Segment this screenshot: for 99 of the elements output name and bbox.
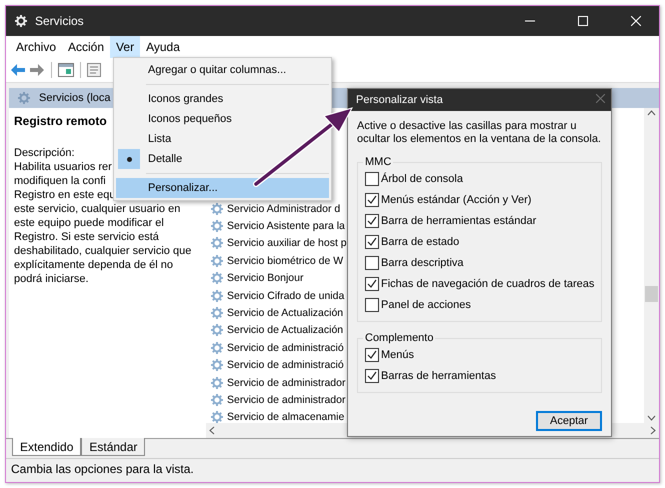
description-line: Registro. Si este servicio está bbox=[14, 230, 159, 244]
service-name-text: Servicio Asistente para la bbox=[227, 220, 345, 232]
service-name-text: Servicio de administrador bbox=[227, 394, 346, 406]
service-gear-icon bbox=[210, 236, 224, 250]
dialog-instructions: Active o desactive las casillas para mostrar u ocultar los elementos en la ventana de la consola. bbox=[357, 120, 602, 146]
checkbox-option[interactable]: Panel de acciones bbox=[365, 294, 595, 315]
service-row[interactable]: Servicio Asistente para la bbox=[206, 217, 345, 235]
description-line: podrá iniciarse. bbox=[14, 272, 89, 286]
service-row[interactable]: Servicio de Actualización bbox=[206, 304, 344, 322]
description-line: este servicio, cualquier usuario en bbox=[14, 202, 180, 216]
vertical-scrollbar[interactable] bbox=[644, 108, 659, 423]
checkbox[interactable] bbox=[365, 298, 379, 312]
service-name-text: Servicio biométrico de W bbox=[227, 254, 344, 267]
service-gear-icon bbox=[210, 392, 224, 407]
menu-item[interactable]: Iconos pequeños bbox=[116, 109, 329, 129]
menu-item[interactable]: Personalizar... bbox=[116, 178, 329, 198]
checkbox[interactable] bbox=[365, 348, 379, 362]
checkbox-option[interactable]: Barra descriptiva bbox=[365, 252, 595, 273]
checkbox[interactable] bbox=[365, 256, 379, 270]
services-icon bbox=[17, 91, 31, 105]
description-line: Descripción: bbox=[14, 146, 75, 160]
checkbox-option[interactable]: Menús bbox=[365, 344, 595, 365]
description-line: este equipo puede modificar el bbox=[14, 216, 164, 230]
service-row[interactable]: Servicio de Actualización bbox=[206, 322, 344, 340]
service-name-text: Servicio Administrador d bbox=[227, 202, 340, 215]
checkbox-option[interactable]: Barra de estado bbox=[365, 231, 595, 252]
description-line: Habilita usuarios rer bbox=[14, 160, 112, 174]
scope-title: Servicios (loca bbox=[39, 92, 111, 104]
dialog-title: Personalizar vista bbox=[356, 94, 443, 106]
service-row[interactable]: Servicio de almacenamie bbox=[206, 408, 344, 423]
service-row[interactable]: Servicio de administrador bbox=[206, 391, 346, 409]
service-gear-icon bbox=[210, 219, 224, 234]
service-name-text: Servicio Bonjour bbox=[227, 272, 304, 284]
menu-item[interactable]: Lista bbox=[116, 129, 329, 149]
service-name: Registro remoto bbox=[14, 114, 107, 128]
service-name-text: Servicio de Actualización bbox=[227, 307, 344, 320]
service-gear-icon bbox=[210, 410, 224, 423]
service-row[interactable]: Servicio biométrico de W bbox=[206, 252, 344, 270]
service-gear-icon bbox=[210, 323, 224, 338]
menu-bar-item[interactable]: Archivo bbox=[10, 36, 62, 58]
description-line: deshabilitado, cualquier servicio que bbox=[14, 244, 192, 258]
service-gear-icon bbox=[210, 358, 224, 372]
group-label: MMC bbox=[364, 156, 392, 168]
menu-item[interactable]: Iconos grandes bbox=[116, 89, 329, 109]
service-row[interactable]: Servicio auxiliar de host p bbox=[206, 234, 347, 252]
service-row[interactable]: Servicio de administració bbox=[206, 356, 344, 374]
back-icon[interactable] bbox=[10, 63, 26, 77]
service-name-text: Servicio de administració bbox=[227, 342, 344, 354]
accept-button[interactable]: Aceptar bbox=[536, 411, 602, 431]
scroll-right-icon[interactable] bbox=[650, 426, 656, 435]
service-gear-icon bbox=[210, 340, 224, 355]
service-name-text: Servicio Cifrado de unida bbox=[227, 290, 344, 302]
description-line: explícitamente dependa de él no bbox=[14, 258, 174, 272]
properties-icon[interactable] bbox=[87, 63, 101, 77]
service-name-text: Servicio de Actualización bbox=[227, 324, 344, 336]
checkbox-option[interactable]: Barra de herramientas estándar bbox=[365, 210, 595, 231]
checkbox[interactable] bbox=[365, 192, 379, 206]
service-gear-icon bbox=[210, 376, 224, 390]
service-gear-icon bbox=[210, 202, 224, 216]
service-row[interactable]: Servicio Administrador d bbox=[206, 200, 340, 218]
service-name-text: Servicio de administrador bbox=[227, 376, 346, 389]
service-name-text: Servicio de administració bbox=[227, 359, 344, 372]
forward-icon[interactable] bbox=[29, 63, 45, 77]
menu-bar-item[interactable]: Ver bbox=[110, 36, 140, 58]
description-line: modifiquen la confi bbox=[14, 174, 106, 188]
service-row[interactable]: Servicio Cifrado de unida bbox=[206, 286, 344, 304]
service-gear-icon bbox=[210, 254, 224, 268]
maximize-icon[interactable] bbox=[578, 16, 588, 26]
service-row[interactable]: Servicio de administració bbox=[206, 339, 344, 357]
checkbox[interactable] bbox=[365, 234, 379, 248]
scrollbar-thumb[interactable] bbox=[645, 286, 658, 302]
checkbox-option[interactable]: Árbol de consola bbox=[365, 168, 595, 189]
status-bar: Cambia las opciones para la vista. bbox=[6, 458, 659, 479]
menu-item[interactable]: Detalle bbox=[116, 149, 329, 169]
service-gear-icon bbox=[210, 271, 224, 286]
checkbox-option[interactable]: Fichas de navegación de cuadros de tareas bbox=[365, 273, 595, 294]
service-gear-icon bbox=[210, 288, 224, 303]
scroll-down-icon[interactable] bbox=[647, 415, 656, 421]
scroll-left-icon[interactable] bbox=[209, 426, 215, 435]
menu-bar-item[interactable]: Ayuda bbox=[140, 36, 186, 58]
service-name-text: Servicio de almacenamie bbox=[227, 411, 344, 423]
console-tree-icon[interactable] bbox=[58, 63, 74, 77]
service-row[interactable]: Servicio de administrador bbox=[206, 374, 346, 392]
checkbox[interactable] bbox=[365, 172, 379, 186]
service-gear-icon bbox=[210, 306, 224, 320]
service-row[interactable]: Servicio Bonjour bbox=[206, 270, 304, 287]
window-title: Servicios bbox=[35, 14, 85, 28]
checkbox-option[interactable]: Barras de herramientas bbox=[365, 365, 595, 386]
menu-bar-item[interactable]: Acción bbox=[62, 36, 110, 58]
view-tab[interactable]: Extendido bbox=[12, 438, 82, 456]
checkbox[interactable] bbox=[365, 214, 379, 228]
checkbox[interactable] bbox=[365, 368, 379, 382]
checkbox[interactable] bbox=[365, 276, 379, 290]
service-name-text: Servicio auxiliar de host p bbox=[227, 237, 347, 250]
app-gear-icon bbox=[14, 14, 28, 28]
group-label: Complemento bbox=[364, 332, 434, 344]
scroll-up-icon[interactable] bbox=[647, 110, 656, 116]
checkbox-option[interactable]: Menús estándar (Acción y Ver) bbox=[365, 189, 595, 210]
view-tab[interactable]: Estándar bbox=[81, 438, 146, 456]
